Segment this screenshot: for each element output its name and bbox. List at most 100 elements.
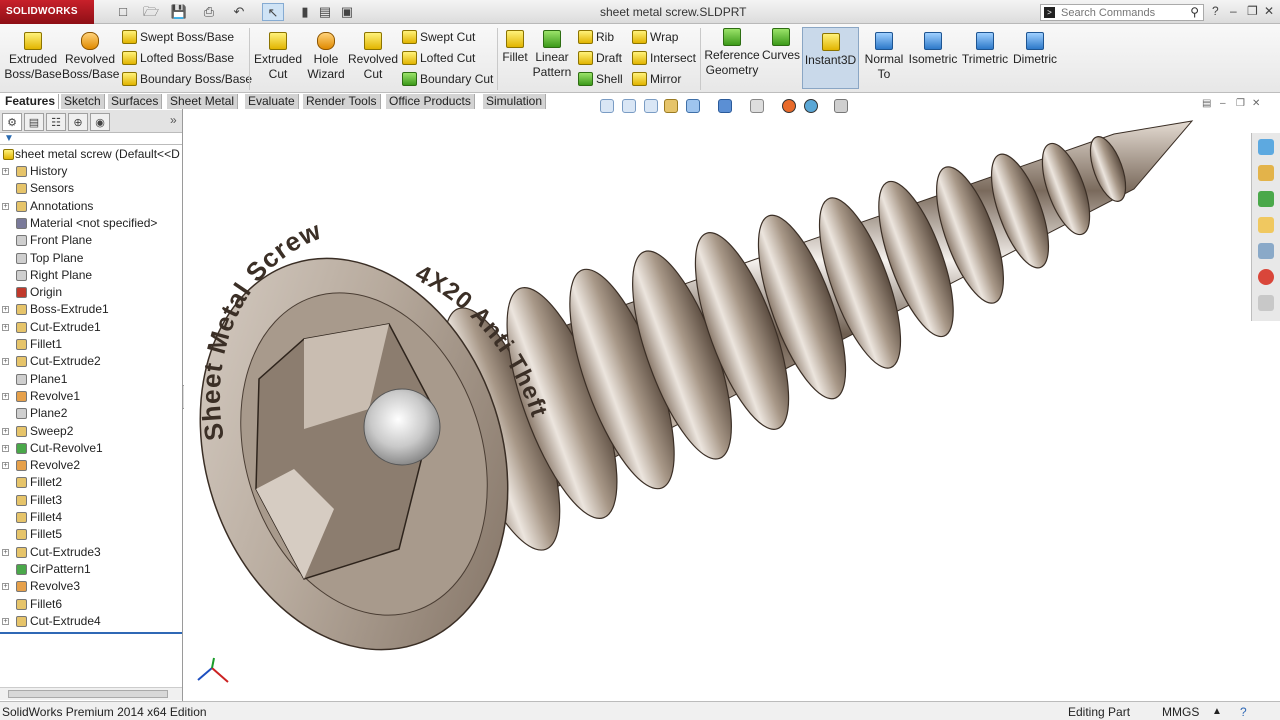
property-manager-tab-icon[interactable]: ▤ (24, 113, 44, 131)
expand-toggle-icon[interactable]: + (2, 548, 9, 556)
expand-toggle-icon[interactable]: + (2, 583, 9, 591)
reference-geometry-button[interactable]: Reference Geometry (704, 28, 760, 78)
scrollbar-thumb[interactable] (8, 690, 168, 698)
tree-item[interactable]: Plane2 (0, 405, 182, 422)
units-selector[interactable]: MMGS (1162, 703, 1199, 720)
tree-item[interactable]: + Annotations (0, 198, 182, 215)
trimetric-button[interactable]: Trimetric (960, 32, 1010, 67)
help-button[interactable]: ? (1212, 4, 1219, 18)
revolved-cut-button[interactable]: Revolved Cut (348, 32, 398, 82)
options-icon[interactable]: ▣ (336, 3, 358, 21)
file-properties-icon[interactable]: ▤ (314, 3, 336, 21)
tree-item[interactable]: Plane1 (0, 371, 182, 388)
tree-item[interactable]: + Cut-Extrude2 (0, 353, 182, 370)
tree-item[interactable]: Fillet4 (0, 509, 182, 526)
tree-item[interactable]: Fillet1 (0, 336, 182, 353)
appearances-icon[interactable] (1258, 269, 1274, 285)
linear-pattern-button[interactable]: Linear Pattern (532, 30, 572, 80)
viewport-close-icon[interactable]: ✕ (1252, 98, 1260, 109)
tree-filter[interactable]: ▼ (0, 132, 182, 145)
extruded-boss-button[interactable]: Extruded Boss/Base (4, 32, 62, 82)
view-settings-icon[interactable] (834, 99, 848, 113)
wrap-button[interactable]: Wrap (632, 28, 678, 46)
dimxpert-manager-tab-icon[interactable]: ⊕ (68, 113, 88, 131)
dimetric-button[interactable]: Dimetric (1011, 32, 1059, 67)
file-explorer-icon[interactable] (1258, 191, 1274, 207)
curves-button[interactable]: Curves (762, 28, 800, 63)
design-library-icon[interactable] (1258, 165, 1274, 181)
minimize-icon[interactable]: – (1230, 4, 1237, 18)
expand-toggle-icon[interactable]: + (2, 427, 9, 435)
view-orientation-icon[interactable] (686, 99, 700, 113)
new-document-icon[interactable]: □ (112, 3, 134, 21)
lofted-cut-button[interactable]: Lofted Cut (402, 49, 475, 67)
swept-cut-button[interactable]: Swept Cut (402, 28, 475, 46)
tree-item[interactable]: Fillet2 (0, 474, 182, 491)
feature-manager-tab-icon[interactable]: ⚙ (2, 113, 22, 131)
tree-item[interactable]: CirPattern1 (0, 561, 182, 578)
draft-button[interactable]: Draft (578, 49, 622, 67)
boundary-cut-button[interactable]: Boundary Cut (402, 70, 493, 88)
configuration-manager-tab-icon[interactable]: ☷ (46, 113, 66, 131)
expand-toggle-icon[interactable]: + (2, 306, 9, 314)
rebuild-icon[interactable]: ▮ (294, 3, 316, 21)
viewport-minimize-icon[interactable]: – (1220, 98, 1226, 109)
mirror-button[interactable]: Mirror (632, 70, 681, 88)
tree-item[interactable]: Fillet6 (0, 596, 182, 613)
hole-wizard-button[interactable]: Hole Wizard (305, 32, 347, 82)
graphics-area[interactable]: Sheet Metal Screw 4X20 Anti Theft (184, 109, 1250, 701)
previous-view-icon[interactable] (644, 99, 658, 113)
fillet-button[interactable]: Fillet (500, 30, 530, 65)
tree-item[interactable]: Front Plane (0, 232, 182, 249)
tree-item[interactable]: + Cut-Extrude3 (0, 544, 182, 561)
tree-item[interactable]: + Cut-Revolve1 (0, 440, 182, 457)
tree-item[interactable]: + Revolve3 (0, 578, 182, 595)
expand-toggle-icon[interactable]: + (2, 323, 9, 331)
tree-item[interactable]: + Cut-Extrude1 (0, 319, 182, 336)
tab-features[interactable]: Features (2, 94, 60, 109)
solidworks-logo[interactable]: SOLIDWORKS (0, 0, 94, 24)
zoom-to-area-icon[interactable] (622, 99, 636, 113)
tree-root[interactable]: sheet metal screw (Default<<D (0, 146, 182, 163)
expand-panel-icon[interactable]: » (170, 113, 177, 127)
help-status-icon[interactable]: ? (1240, 703, 1247, 720)
save-icon[interactable]: 💾 (168, 3, 190, 21)
expand-toggle-icon[interactable]: + (2, 444, 9, 452)
tab-sketch[interactable]: Sketch (61, 94, 105, 109)
undo-icon[interactable]: ↶ (228, 3, 250, 21)
display-manager-tab-icon[interactable]: ◉ (90, 113, 110, 131)
print-icon[interactable]: ⎙ (198, 3, 220, 21)
expand-toggle-icon[interactable]: + (2, 617, 9, 625)
tree-item[interactable]: Right Plane (0, 267, 182, 284)
swept-boss-button[interactable]: Swept Boss/Base (122, 28, 234, 46)
viewport-split-icon[interactable]: ▤ (1202, 98, 1211, 109)
tree-item[interactable]: + Cut-Extrude4 (0, 613, 182, 630)
instant3d-button[interactable]: Instant3D (802, 27, 859, 89)
extruded-cut-button[interactable]: Extruded Cut (253, 32, 303, 82)
tab-sheet-metal[interactable]: Sheet Metal (167, 94, 239, 109)
tree-item[interactable]: + Boss-Extrude1 (0, 301, 182, 318)
view-palette-icon[interactable] (1258, 217, 1274, 233)
select-arrow-icon[interactable]: ↖ (262, 3, 284, 21)
edit-appearance-icon[interactable] (782, 99, 796, 113)
tab-simulation[interactable]: Simulation (483, 94, 547, 109)
solidworks-resources-icon[interactable] (1258, 139, 1274, 155)
restore-icon[interactable]: ❐ (1247, 4, 1258, 18)
rollback-bar[interactable] (0, 632, 182, 634)
search-icon[interactable]: ⚲ (1190, 5, 1199, 19)
expand-toggle-icon[interactable]: + (2, 358, 9, 366)
tab-evaluate[interactable]: Evaluate (245, 94, 299, 109)
expand-toggle-icon[interactable]: + (2, 168, 9, 175)
hide-show-items-icon[interactable] (750, 99, 764, 113)
boundary-boss-button[interactable]: Boundary Boss/Base (122, 70, 252, 88)
zoom-to-fit-icon[interactable] (600, 99, 614, 113)
forum-icon[interactable] (1258, 295, 1274, 311)
search-commands-box[interactable]: > ⚲ (1040, 4, 1204, 21)
close-icon[interactable]: ✕ (1264, 4, 1274, 18)
search-commands-input[interactable] (1061, 6, 1181, 19)
expand-toggle-icon[interactable]: + (2, 392, 9, 400)
tree-item[interactable]: + Revolve2 (0, 457, 182, 474)
display-style-icon[interactable] (718, 99, 732, 113)
section-view-icon[interactable] (664, 99, 678, 113)
tree-item[interactable]: Material <not specified> (0, 215, 182, 232)
